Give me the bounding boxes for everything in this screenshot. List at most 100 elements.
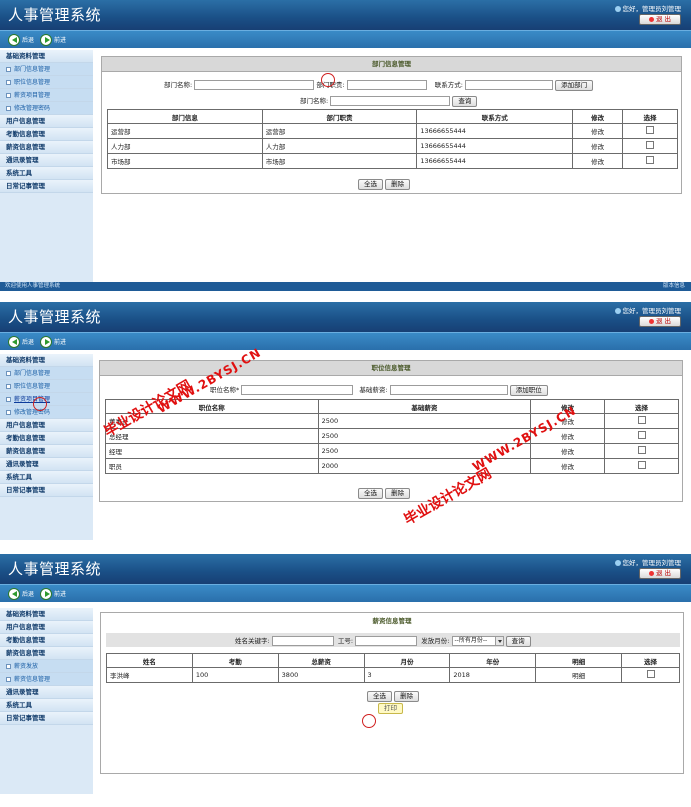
sidebar-item-position[interactable]: 职位信息管理 [0, 76, 93, 89]
expand-icon [6, 397, 11, 402]
forward-button[interactable]: 前进 [40, 33, 66, 46]
logout-button[interactable]: 退 出 [639, 568, 681, 579]
row-checkbox[interactable] [646, 141, 655, 149]
sidebar-group-attendance[interactable]: 考勤信息管理 [0, 128, 93, 141]
employee-id-input[interactable] [355, 636, 418, 646]
select-all-button[interactable]: 全选 [367, 691, 392, 702]
expand-icon [6, 410, 11, 415]
screen-position-management: 人事管理系统 您好，管理员刘管理 退 出 后退 前进 基础资料管理 部门信息管理… [0, 302, 691, 540]
sidebar-group-users[interactable]: 用户信息管理 [0, 621, 93, 634]
print-button[interactable]: 打印 [378, 703, 403, 714]
row-checkbox[interactable] [637, 446, 646, 454]
sidebar-group-notes[interactable]: 日常记事管理 [0, 484, 93, 497]
edit-link[interactable]: 修改 [530, 443, 606, 459]
sidebar-group-salary[interactable]: 薪资信息管理 [0, 445, 93, 458]
search-button[interactable]: 查询 [505, 635, 531, 647]
sidebar-group-basic[interactable]: 基础资料管理 [0, 354, 93, 367]
app-title: 人事管理系统 [8, 560, 102, 578]
delete-button[interactable]: 删除 [394, 691, 420, 702]
department-table: 部门信息 部门职责 联系方式 修改 选择 运营部 运营部 13666655444… [107, 109, 678, 169]
column-header: 基础薪资 [317, 399, 532, 414]
logout-button[interactable]: 退 出 [639, 316, 681, 327]
sidebar-group-tools[interactable]: 系统工具 [0, 699, 93, 712]
nav-bar: 后退 前进 [0, 30, 691, 48]
row-checkbox[interactable] [637, 416, 646, 424]
sidebar-group-attendance[interactable]: 考勤信息管理 [0, 634, 93, 647]
row-checkbox[interactable] [646, 156, 655, 164]
sidebar-group-contacts[interactable]: 通讯录管理 [0, 686, 93, 699]
sidebar-item-department[interactable]: 部门信息管理 [0, 63, 93, 76]
edit-link[interactable]: 修改 [530, 458, 606, 474]
sidebar-group-tools[interactable]: 系统工具 [0, 167, 93, 180]
row-checkbox[interactable] [646, 670, 655, 678]
back-button[interactable]: 后退 [8, 33, 34, 46]
sidebar-group-notes[interactable]: 日常记事管理 [0, 712, 93, 725]
row-checkbox[interactable] [637, 431, 646, 439]
sidebar-item-department[interactable]: 部门信息管理 [0, 367, 93, 380]
edit-link[interactable]: 修改 [572, 153, 624, 169]
edit-link[interactable]: 修改 [572, 123, 624, 139]
expand-icon [6, 384, 11, 389]
sidebar-group-salary[interactable]: 薪资信息管理 [0, 647, 93, 660]
table-header: 职位名称 基础薪资 修改 选择 [105, 399, 679, 414]
table-actions: 全选 删除 [358, 488, 411, 499]
forward-button[interactable]: 前进 [40, 335, 66, 348]
user-greeting: 您好，管理员刘管理 [614, 3, 681, 13]
detail-link[interactable]: 明细 [535, 667, 623, 683]
delete-button[interactable]: 删除 [385, 179, 411, 190]
logout-button[interactable]: 退 出 [639, 14, 681, 25]
expand-icon [6, 677, 11, 682]
sidebar-item-salary-payment[interactable]: 薪资发放 [0, 660, 93, 673]
sidebar-group-attendance[interactable]: 考勤信息管理 [0, 432, 93, 445]
column-header: 联系方式 [416, 109, 574, 124]
sidebar-group-users[interactable]: 用户信息管理 [0, 419, 93, 432]
name-keyword-input[interactable] [271, 636, 334, 646]
select-all-button[interactable]: 全选 [358, 488, 383, 499]
department-search-input[interactable] [330, 96, 451, 106]
sidebar-group-salary[interactable]: 薪资信息管理 [0, 141, 93, 154]
column-header: 选择 [622, 109, 678, 124]
back-button[interactable]: 后退 [8, 335, 34, 348]
user-icon [614, 6, 621, 12]
table-row: 经理 2500 修改 [105, 443, 679, 459]
logout-icon [648, 570, 654, 576]
sidebar-item-salary-items[interactable]: 薪资项目管理 [0, 89, 93, 102]
sidebar-item-position[interactable]: 职位信息管理 [0, 380, 93, 393]
sidebar-item-password[interactable]: 修改管理密码 [0, 102, 93, 115]
base-salary-input[interactable] [389, 385, 508, 395]
sidebar-group-tools[interactable]: 系统工具 [0, 471, 93, 484]
contact-input[interactable] [465, 80, 553, 90]
sidebar-group-basic[interactable]: 基础资料管理 [0, 50, 93, 63]
sidebar-group-users[interactable]: 用户信息管理 [0, 115, 93, 128]
position-name-input[interactable] [241, 385, 354, 395]
back-button[interactable]: 后退 [8, 587, 34, 600]
click-indicator [33, 397, 47, 411]
sidebar-item-salary-info[interactable]: 薪资信息管理 [0, 673, 93, 686]
department-name-input[interactable] [194, 80, 315, 90]
status-bar: 欢迎使用人事管理系统 版本信息 [0, 282, 691, 291]
column-header: 选择 [604, 399, 679, 414]
sidebar-group-contacts[interactable]: 通讯录管理 [0, 154, 93, 167]
position-form-row: 职位名称* 基础薪资: 添加职位 [210, 384, 548, 396]
department-duty-input[interactable] [346, 80, 427, 90]
select-all-button[interactable]: 全选 [358, 179, 383, 190]
row-checkbox[interactable] [646, 126, 655, 134]
sidebar-group-notes[interactable]: 日常记事管理 [0, 180, 93, 193]
sidebar-group-contacts[interactable]: 通讯录管理 [0, 458, 93, 471]
column-header: 考勤 [191, 653, 279, 668]
table-actions: 全选 删除 [367, 691, 420, 702]
sidebar: 基础资料管理 用户信息管理 考勤信息管理 薪资信息管理 薪资发放 薪资信息管理 … [0, 608, 93, 794]
sidebar-group-basic[interactable]: 基础资料管理 [0, 608, 93, 621]
month-select[interactable]: --所有月份-- [451, 636, 504, 646]
row-checkbox[interactable] [637, 461, 646, 469]
delete-button[interactable]: 删除 [385, 488, 411, 499]
add-position-button[interactable]: 添加职位 [509, 384, 548, 396]
search-button[interactable]: 查询 [452, 95, 478, 107]
chevron-down-icon [494, 637, 503, 645]
sidebar-item-password[interactable]: 修改管理密码 [0, 406, 93, 419]
forward-button[interactable]: 前进 [40, 587, 66, 600]
add-department-button[interactable]: 添加部门 [555, 79, 594, 91]
app-title: 人事管理系统 [8, 6, 102, 24]
edit-link[interactable]: 修改 [572, 138, 624, 154]
expand-icon [6, 93, 11, 98]
